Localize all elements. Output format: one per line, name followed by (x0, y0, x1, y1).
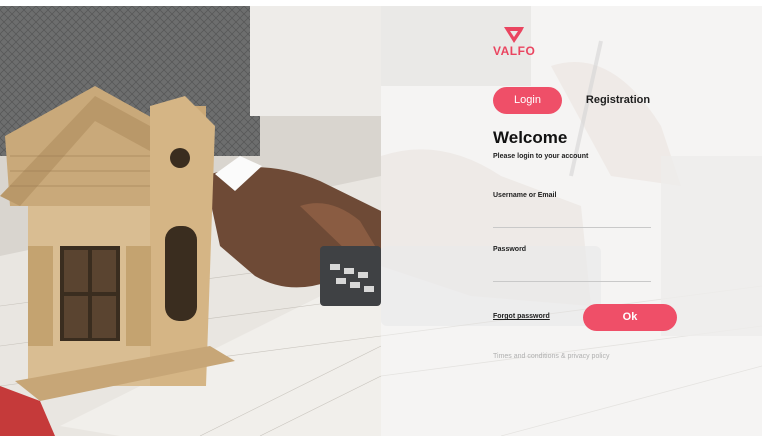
brand-logo: VALFO (493, 27, 543, 59)
brand-name: VALFO (493, 44, 536, 58)
username-input[interactable] (493, 208, 651, 228)
house-model (0, 86, 235, 401)
password-label: Password (493, 246, 527, 253)
page-subtitle: Please login to your account (493, 153, 589, 160)
tab-login[interactable]: Login (493, 87, 562, 114)
page-title: Welcome (493, 128, 568, 147)
ok-button[interactable]: Ok (583, 304, 677, 331)
forgot-password-link[interactable]: Forgot password (493, 313, 550, 320)
logo-mark-icon (504, 27, 524, 43)
login-screen: VALFO Login Registration Welcome Please … (0, 0, 762, 442)
terms-link[interactable]: Times and conditions & privacy policy (493, 353, 609, 360)
hero-photo (0, 6, 381, 436)
username-label: Username or Email (493, 192, 557, 199)
password-input[interactable] (493, 262, 651, 282)
tab-registration[interactable]: Registration (581, 87, 655, 114)
